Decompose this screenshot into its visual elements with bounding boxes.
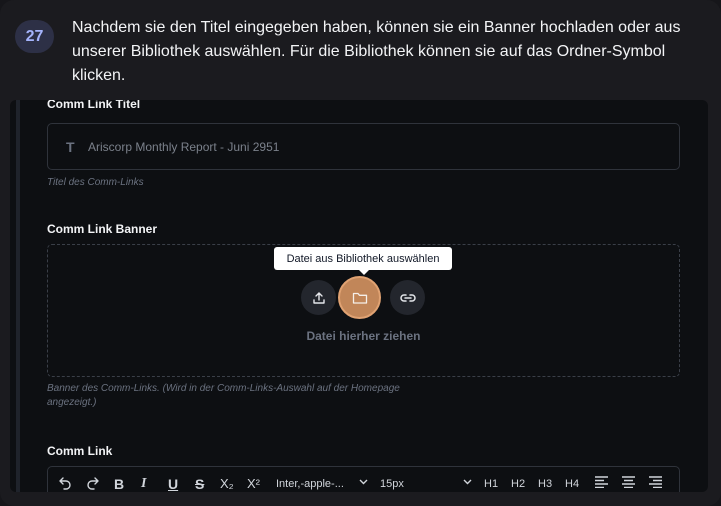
chevron-down-icon	[359, 479, 368, 485]
align-center-button[interactable]	[622, 476, 635, 488]
title-hint: Titel des Comm-Links	[47, 177, 144, 188]
heading-1-button[interactable]: H1	[484, 476, 498, 492]
link-button[interactable]	[390, 280, 425, 315]
underline-button[interactable]: U	[168, 476, 178, 492]
align-right-button[interactable]	[649, 476, 662, 488]
align-left-button[interactable]	[595, 476, 608, 488]
step-instruction: Nachdem sie den Titel eingegeben haben, …	[72, 19, 681, 84]
align-right-icon	[649, 476, 662, 488]
align-left-icon	[595, 476, 608, 488]
undo-icon	[59, 477, 71, 490]
library-tooltip: Datei aus Bibliothek auswählen	[274, 247, 452, 270]
folder-icon	[352, 292, 367, 304]
font-family-chevron[interactable]	[359, 479, 368, 485]
form-panel: Comm Link Titel T Ariscorp Monthly Repor…	[10, 100, 708, 492]
chevron-down-icon	[463, 479, 472, 485]
strikethrough-button[interactable]: S	[195, 476, 204, 492]
font-size-chevron[interactable]	[463, 479, 472, 485]
text-t-icon: T	[66, 138, 75, 155]
dropzone-text: Datei hierher ziehen	[306, 329, 421, 343]
upload-icon	[312, 291, 325, 304]
link-icon	[399, 293, 416, 302]
undo-button[interactable]	[58, 476, 72, 490]
title-label: Comm Link Titel	[47, 100, 141, 111]
upload-button[interactable]	[301, 280, 336, 315]
redo-button[interactable]	[86, 476, 100, 490]
title-input-value: Ariscorp Monthly Report - Juni 2951	[88, 139, 280, 154]
align-center-icon	[622, 476, 635, 488]
content-label: Comm Link	[47, 444, 113, 458]
banner-label: Comm Link Banner	[47, 222, 158, 236]
tooltip-arrow	[359, 270, 369, 275]
font-size-select[interactable]: 15px	[380, 476, 404, 492]
step-number-badge: 27	[15, 20, 54, 53]
panel-rail	[16, 100, 20, 492]
heading-3-button[interactable]: H3	[538, 476, 552, 492]
tutorial-card: 27 Nachdem sie den Titel eingegeben habe…	[0, 0, 721, 506]
banner-hint: Banner des Comm-Links. (Wird in der Comm…	[47, 383, 400, 408]
heading-2-button[interactable]: H2	[511, 476, 525, 492]
italic-button[interactable]: I	[141, 476, 146, 492]
subscript-button[interactable]: X₂	[220, 476, 234, 492]
title-input[interactable]: T Ariscorp Monthly Report - Juni 2951	[47, 123, 680, 170]
redo-icon	[87, 477, 99, 490]
library-folder-button[interactable]	[338, 276, 381, 319]
superscript-button[interactable]: X²	[247, 476, 260, 492]
editor-toolbar: B I U S X₂ X² Inter,-apple-... 15px H1 H…	[47, 466, 680, 492]
bold-button[interactable]: B	[114, 476, 124, 492]
heading-4-button[interactable]: H4	[565, 476, 579, 492]
font-family-select[interactable]: Inter,-apple-...	[276, 476, 344, 492]
